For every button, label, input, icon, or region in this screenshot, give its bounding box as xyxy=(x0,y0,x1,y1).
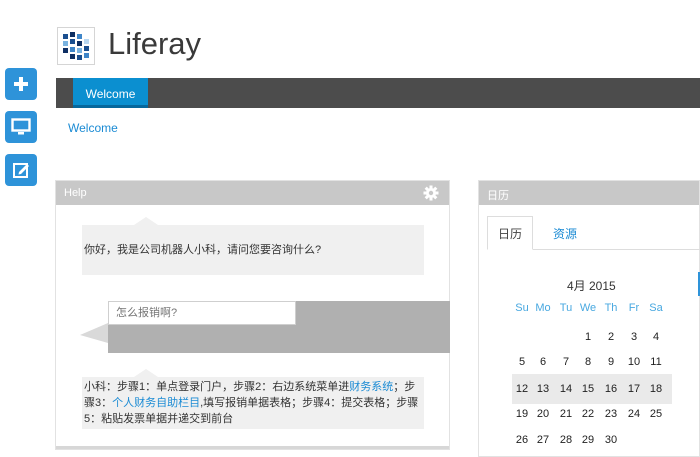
calendar-day[interactable]: 27 xyxy=(533,434,553,446)
weekday-label: Sa xyxy=(649,302,663,314)
help-portlet-header: Help xyxy=(56,181,449,205)
edit-icon xyxy=(12,161,30,179)
calendar-week-row: 1234 xyxy=(512,331,672,357)
calendar-week-row: 12 13 14 15 16 17 18 xyxy=(512,383,672,409)
calendar-day[interactable]: 30 xyxy=(601,434,621,446)
calendar-day[interactable]: 9 xyxy=(601,356,621,368)
calendar-day[interactable]: 4 xyxy=(646,331,666,343)
bot-greeting-bubble: 你好，我是公司机器人小科，请问您要咨询什么? xyxy=(82,217,424,275)
preview-button[interactable] xyxy=(5,111,37,143)
calendar-day[interactable]: 29 xyxy=(578,434,598,446)
question-input[interactable] xyxy=(108,301,296,325)
calendar-day[interactable]: 15 xyxy=(578,383,598,395)
site-title[interactable]: Liferay xyxy=(108,25,201,63)
calendar-day[interactable]: 14 xyxy=(556,383,576,395)
answer-text-1: 小科：步骤1：单点登录门户，步骤2：右边系统菜单进 xyxy=(84,381,350,393)
calendar-day[interactable]: 26 xyxy=(512,434,532,446)
calendar-day[interactable]: 16 xyxy=(601,383,621,395)
calendar-day[interactable]: 10 xyxy=(624,356,644,368)
nav-tab-welcome[interactable]: Welcome xyxy=(73,78,148,108)
calendar-day[interactable]: 5 xyxy=(512,356,532,368)
calendar-day[interactable]: 24 xyxy=(624,408,644,420)
finance-system-link[interactable]: 财务系统 xyxy=(349,381,393,393)
weekday-label: Tu xyxy=(559,302,573,314)
help-portlet-title: Help xyxy=(64,187,87,199)
add-icon xyxy=(12,75,30,93)
calendar-day[interactable]: 18 xyxy=(646,383,666,395)
calendar-day[interactable]: 17 xyxy=(624,383,644,395)
edit-button[interactable] xyxy=(5,154,37,186)
calendar-day[interactable]: 22 xyxy=(578,408,598,420)
help-portlet-footer xyxy=(56,446,449,449)
calendar-portlet-header: 日历 xyxy=(479,181,699,205)
logo[interactable] xyxy=(57,27,95,65)
nav-bar xyxy=(56,78,700,108)
calendar-tabs: 日历 资源 xyxy=(487,216,700,250)
tab-resources[interactable]: 资源 xyxy=(543,216,587,250)
month-label: 4月 2015 xyxy=(567,279,616,293)
calendar-week-row: 19 20 21 22 23 24 25 xyxy=(512,408,672,434)
calendar-day[interactable]: 21 xyxy=(556,408,576,420)
weekday-label: Th xyxy=(604,302,618,314)
calendar-day[interactable]: 25 xyxy=(646,408,666,420)
add-button[interactable] xyxy=(5,68,37,100)
tab-calendar[interactable]: 日历 xyxy=(487,216,534,250)
calendar-day[interactable]: 8 xyxy=(578,356,598,368)
calendar-day[interactable]: 7 xyxy=(556,356,576,368)
breadcrumb[interactable]: Welcome xyxy=(68,121,118,135)
calendar-week-row: 26 27 28 29 30 xyxy=(512,434,672,457)
calendar-day[interactable]: 11 xyxy=(646,356,666,368)
liferay-logo-icon xyxy=(63,32,89,60)
calendar-day[interactable]: 23 xyxy=(601,408,621,420)
help-portlet: Help 你好，我是公司机器人小科，请问您要咨询什么? 怎么报销啊? 小科：步骤… xyxy=(55,180,450,450)
weekday-label: Mo xyxy=(535,302,551,314)
monitor-icon xyxy=(11,118,31,136)
bot-greeting-text: 你好，我是公司机器人小科，请问您要咨询什么? xyxy=(84,244,322,256)
nav-tab-label: Welcome xyxy=(85,87,136,101)
weekday-label: We xyxy=(579,302,597,314)
calendar-day[interactable]: 1 xyxy=(578,331,598,343)
weekday-label: Fr xyxy=(628,302,640,314)
calendar-day[interactable]: 19 xyxy=(512,408,532,420)
calendar-day[interactable]: 3 xyxy=(624,331,644,343)
calendar-day[interactable]: 13 xyxy=(533,383,553,395)
bot-answer-bubble: 小科：步骤1：单点登录门户，步骤2：右边系统菜单进财务系统；步骤3：个人财务自助… xyxy=(82,369,424,429)
calendar-day[interactable]: 2 xyxy=(601,331,621,343)
page: Liferay Welcome Welcome Help 你好，我是公司机器人小… xyxy=(0,0,700,457)
calendar-portlet: 日历 日历 资源 4月 2015 Su Mo Tu We Th Fr Sa 1 2 3 4 5 6 7 8 9… xyxy=(478,180,700,457)
calendar-day[interactable]: 20 xyxy=(533,408,553,420)
self-service-link[interactable]: 个人财务自助栏目 xyxy=(112,397,200,409)
calendar-day[interactable]: 28 xyxy=(556,434,576,446)
calendar-portlet-title: 日历 xyxy=(487,190,509,202)
gear-icon[interactable] xyxy=(423,185,439,204)
calendar-day[interactable]: 6 xyxy=(533,356,553,368)
weekday-label: Su xyxy=(515,302,529,314)
calendar-week-row: 5 6 7 8 9 10 11 xyxy=(512,356,672,382)
weekday-header: Su Mo Tu We Th Fr Sa xyxy=(512,302,672,328)
calendar-day[interactable]: 12 xyxy=(512,383,532,395)
